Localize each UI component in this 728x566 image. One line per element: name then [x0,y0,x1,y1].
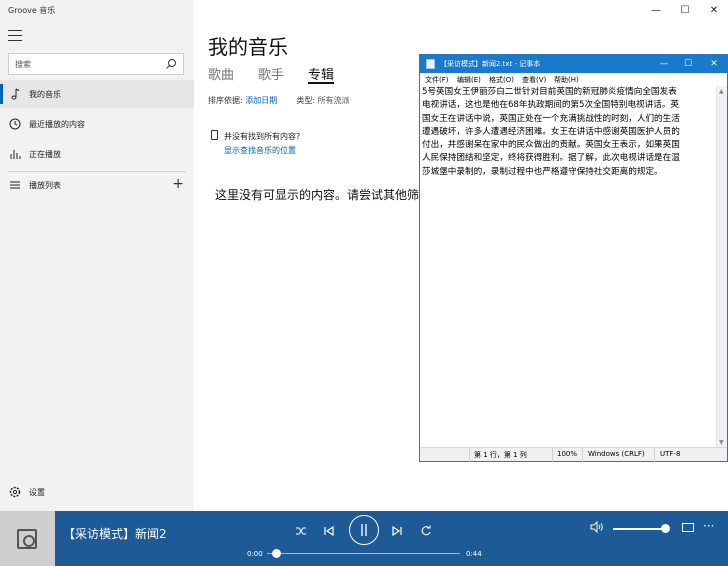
progress-thumb[interactable] [272,549,281,558]
shuffle-button[interactable] [289,521,313,541]
menu-format[interactable]: 格式(O) [489,75,514,85]
scroll-down-icon[interactable]: ▼ [719,439,724,446]
speaker-icon [17,529,37,549]
playlist-icon [10,181,20,189]
maximize-icon[interactable]: ☐ [671,0,699,22]
active-tab-indicator [308,82,334,84]
hamburger-menu-icon[interactable] [8,30,22,42]
status-encoding: UTF-8 [660,450,681,458]
previous-icon [324,525,334,537]
sort-dropdown[interactable]: 添加日期 [245,96,277,105]
volume-slider[interactable] [613,528,667,530]
menu-view[interactable]: 查看(V) [522,75,546,85]
notepad-icon [426,59,435,69]
more-options-icon[interactable]: ··· [703,519,714,533]
sidebar-item-my-music[interactable]: 我的音乐 [0,80,194,108]
menu-file[interactable]: 文件(F) [425,75,449,85]
sidebar-item-recent[interactable]: 最近播放的内容 [0,110,194,138]
close-icon[interactable]: ✕ [702,55,726,73]
type-label: 类型: [296,96,316,105]
previous-button[interactable] [317,521,341,541]
progress-bar[interactable] [267,553,460,554]
sidebar-item-label: 正在播放 [29,150,61,159]
filter-row: 排序依据: 添加日期 类型: 所有流派 [208,95,350,106]
menu-help[interactable]: 帮助(H) [554,75,579,85]
notepad-titlebar[interactable]: 【采访模式】新闻2.txt - 记事本 — ☐ ✕ [420,55,727,73]
notepad-menubar: 文件(F) 编辑(E) 格式(O) 查看(V) 帮助(H) [420,73,727,86]
sidebar-item-now-playing[interactable]: 正在播放 [0,140,194,168]
clock-icon [9,118,21,130]
notepad-statusbar: 第 1 行，第 1 列 100% Windows (CRLF) UTF-8 [420,447,727,462]
close-icon[interactable]: ✕ [700,0,728,22]
pause-button[interactable] [349,515,379,545]
show-music-locations-link[interactable]: 显示查找音乐的位置 [224,145,296,156]
tab-artists[interactable]: 歌手 [258,64,284,83]
repeat-button[interactable] [414,521,438,541]
status-cursor-position: 第 1 行，第 1 列 [474,451,527,459]
minimize-icon[interactable]: — [642,0,670,22]
add-playlist-icon[interactable]: + [172,177,184,191]
equalizer-icon [10,150,21,159]
time-total: 0:44 [466,550,482,558]
app-title: Groove 音乐 [8,6,56,15]
notepad-text-area[interactable]: 5号英国女王伊丽莎白二世针对目前英国的新冠肺炎疫情向全国发表 电视讲话，这也是他… [420,86,716,448]
sort-label: 排序依据: [208,96,243,105]
type-dropdown[interactable]: 所有流派 [318,96,350,105]
miniplayer-icon[interactable] [682,523,694,532]
track-title[interactable]: 【采访模式】新闻2 [63,525,167,542]
volume-icon[interactable] [589,520,605,537]
status-zoom: 100% [557,450,578,458]
player-bar: 【采访模式】新闻2 0:00 0:44 ··· [0,511,728,566]
scroll-up-icon[interactable]: ▲ [719,88,724,95]
sidebar: Groove 音乐 搜索 我的音乐 最近播放的内容 正在播放 播放列表 + 设置 [0,0,194,511]
notice-text: 并没有找到所有内容? [224,132,301,141]
repeat-icon [421,525,431,536]
speaker-volume-icon [590,520,603,534]
notepad-window: 【采访模式】新闻2.txt - 记事本 — ☐ ✕ 文件(F) 编辑(E) 格式… [419,54,728,462]
menu-edit[interactable]: 编辑(E) [457,75,481,85]
album-art[interactable] [0,511,55,566]
sidebar-item-label: 设置 [29,488,45,497]
tab-songs[interactable]: 歌曲 [208,64,234,83]
page-title: 我的音乐 [208,35,288,59]
sidebar-item-playlists[interactable]: 播放列表 + [0,171,194,199]
shuffle-icon [296,527,306,535]
time-current: 0:00 [247,550,263,558]
gear-icon [9,486,21,498]
next-icon [392,525,402,537]
search-icon[interactable] [165,58,177,70]
next-button[interactable] [385,521,409,541]
empty-state-text: 这里没有可显示的内容。请尝试其他筛 [215,188,420,202]
status-line-ending: Windows (CRLF) [588,450,645,458]
notepad-title: 【采访模式】新闻2.txt - 记事本 [440,60,541,68]
pause-icon [361,524,367,536]
sidebar-item-settings[interactable]: 设置 [0,478,194,506]
maximize-icon[interactable]: ☐ [676,55,700,73]
minimize-icon[interactable]: — [652,55,676,73]
vertical-scrollbar[interactable]: ▲ ▼ [716,86,727,448]
sidebar-item-label: 我的音乐 [29,90,61,99]
sidebar-item-label: 播放列表 [29,181,61,190]
music-note-icon [11,88,20,100]
search-box[interactable]: 搜索 [8,53,184,75]
sidebar-item-label: 最近播放的内容 [29,120,85,129]
search-input[interactable]: 搜索 [15,59,31,70]
volume-thumb[interactable] [661,524,670,533]
tab-albums[interactable]: 专辑 [308,64,334,83]
phone-icon [211,130,218,140]
